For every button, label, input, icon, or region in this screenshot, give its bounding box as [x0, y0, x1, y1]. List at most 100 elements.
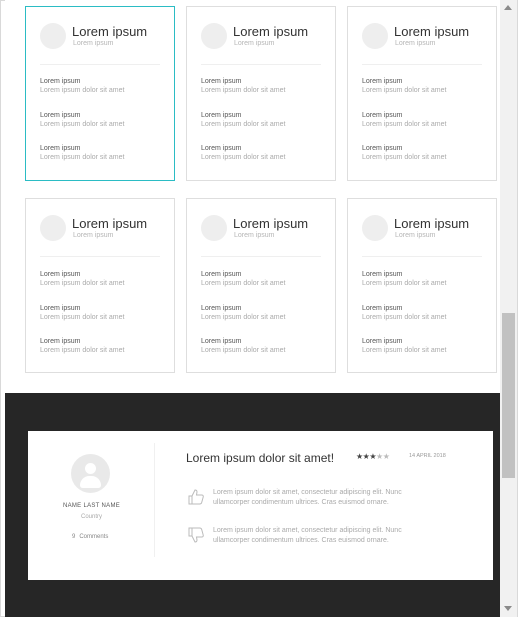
user-icon[interactable] [71, 454, 110, 493]
item-value: Lorem ipsum dolor sit amet [362, 280, 447, 287]
vertical-scrollbar[interactable] [500, 0, 517, 617]
item-label: Lorem ipsum [40, 145, 81, 152]
avatar [40, 23, 66, 49]
cons-text: Lorem ipsum dolor sit amet, consectetur … [213, 527, 402, 544]
profile-card[interactable]: Lorem ipsum Lorem ipsum Lorem ipsum Lorem… [25, 198, 175, 373]
star-empty-icon: ★★ [376, 452, 390, 461]
card-item: Lorem ipsum Lorem ipsum dolor sit amet [201, 304, 285, 323]
card-item: Lorem ipsum Lorem ipsum dolor sit amet [201, 337, 285, 356]
divider [154, 443, 155, 557]
item-value: Lorem ipsum dolor sit amet [40, 87, 125, 94]
avatar [362, 215, 388, 241]
profile-card[interactable]: Lorem ipsum Lorem ipsum Lorem ipsum Lorem… [186, 6, 336, 181]
item-label: Lorem ipsum [362, 145, 403, 152]
card-item: Lorem ipsum Lorem ipsum dolor sit amet [40, 304, 124, 323]
review-date: 14 APRIL 2018 [409, 453, 446, 459]
card-item: Lorem ipsum Lorem ipsum dolor sit amet [362, 111, 446, 130]
item-label: Lorem ipsum [201, 305, 242, 312]
card-item: Lorem ipsum Lorem ipsum dolor sit amet [40, 144, 124, 163]
card-subtitle: Lorem ipsum [395, 40, 436, 47]
card-item: Lorem ipsum Lorem ipsum dolor sit amet [362, 270, 446, 289]
item-value: Lorem ipsum dolor sit amet [362, 154, 447, 161]
item-label: Lorem ipsum [362, 271, 403, 278]
pros-text: Lorem ipsum dolor sit amet, consectetur … [213, 489, 402, 506]
card-subtitle: Lorem ipsum [234, 40, 275, 47]
review-section: NAME LAST NAME Country 9 Comments Lorem i… [5, 393, 500, 617]
profile-card[interactable]: Lorem ipsum Lorem ipsum Lorem ipsum Lorem… [25, 6, 175, 181]
card-item: Lorem ipsum Lorem ipsum dolor sit amet [362, 144, 446, 163]
item-value: Lorem ipsum dolor sit amet [40, 347, 125, 354]
comments-count: 9 [72, 534, 76, 540]
comments-link[interactable]: 9 Comments [72, 534, 108, 540]
divider [362, 256, 482, 257]
item-value: Lorem ipsum dolor sit amet [201, 280, 286, 287]
divider [40, 256, 160, 257]
item-label: Lorem ipsum [201, 78, 242, 85]
item-value: Lorem ipsum dolor sit amet [40, 314, 125, 321]
item-value: Lorem ipsum dolor sit amet [40, 121, 125, 128]
card-title: Lorem ipsum [233, 216, 309, 231]
avatar [201, 23, 227, 49]
item-value: Lorem ipsum dolor sit amet [362, 347, 447, 354]
card-item: Lorem ipsum Lorem ipsum dolor sit amet [362, 337, 446, 356]
star-filled-icon: ★★★ [356, 452, 377, 461]
card-item: Lorem ipsum Lorem ipsum dolor sit amet [201, 270, 285, 289]
profile-card[interactable]: Lorem ipsum Lorem ipsum Lorem ipsum Lorem… [347, 198, 497, 373]
item-label: Lorem ipsum [362, 305, 403, 312]
reviewer-name[interactable]: NAME LAST NAME [28, 503, 155, 509]
card-item: Lorem ipsum Lorem ipsum dolor sit amet [40, 270, 124, 289]
item-label: Lorem ipsum [40, 338, 81, 345]
scroll-down-icon[interactable] [504, 606, 512, 611]
scrollbar-thumb[interactable] [502, 313, 515, 478]
card-subtitle: Lorem ipsum [73, 232, 114, 239]
item-value: Lorem ipsum dolor sit amet [362, 87, 447, 94]
item-label: Lorem ipsum [201, 271, 242, 278]
profile-card[interactable]: Lorem ipsum Lorem ipsum Lorem ipsum Lorem… [186, 198, 336, 373]
card-title: Lorem ipsum [394, 216, 470, 231]
card-item: Lorem ipsum Lorem ipsum dolor sit amet [201, 144, 285, 163]
divider [201, 256, 321, 257]
thumbs-down-icon [187, 526, 205, 544]
item-value: Lorem ipsum dolor sit amet [201, 121, 286, 128]
item-value: Lorem ipsum dolor sit amet [201, 87, 286, 94]
item-label: Lorem ipsum [201, 112, 242, 119]
item-label: Lorem ipsum [40, 112, 81, 119]
card-item: Lorem ipsum Lorem ipsum dolor sit amet [362, 304, 446, 323]
card-item: Lorem ipsum Lorem ipsum dolor sit amet [40, 77, 124, 96]
item-label: Lorem ipsum [362, 78, 403, 85]
item-label: Lorem ipsum [362, 112, 403, 119]
card-subtitle: Lorem ipsum [73, 40, 114, 47]
avatar [362, 23, 388, 49]
divider [362, 64, 482, 65]
item-value: Lorem ipsum dolor sit amet [201, 347, 286, 354]
comments-label: Comments [79, 534, 109, 540]
item-value: Lorem ipsum dolor sit amet [362, 314, 447, 321]
card-subtitle: Lorem ipsum [395, 232, 436, 239]
thumbs-up-icon [187, 488, 205, 506]
card-title: Lorem ipsum [233, 24, 309, 39]
card-item: Lorem ipsum Lorem ipsum dolor sit amet [40, 337, 124, 356]
rating-stars: ★★★★★ [356, 452, 390, 461]
card-item: Lorem ipsum Lorem ipsum dolor sit amet [201, 77, 285, 96]
item-label: Lorem ipsum [201, 338, 242, 345]
item-label: Lorem ipsum [40, 305, 81, 312]
reviewer-country: Country [80, 514, 102, 520]
card-item: Lorem ipsum Lorem ipsum dolor sit amet [362, 77, 446, 96]
card-title: Lorem ipsum [394, 24, 470, 39]
item-value: Lorem ipsum dolor sit amet [201, 314, 286, 321]
item-value: Lorem ipsum dolor sit amet [40, 280, 125, 287]
item-value: Lorem ipsum dolor sit amet [40, 154, 125, 161]
card-title: Lorem ipsum [72, 24, 148, 39]
card-item: Lorem ipsum Lorem ipsum dolor sit amet [201, 111, 285, 130]
avatar [40, 215, 66, 241]
avatar [201, 215, 227, 241]
profile-card[interactable]: Lorem ipsum Lorem ipsum Lorem ipsum Lorem… [347, 6, 497, 181]
review-title: Lorem ipsum dolor sit amet! [186, 451, 335, 465]
item-value: Lorem ipsum dolor sit amet [201, 154, 286, 161]
card-subtitle: Lorem ipsum [234, 232, 275, 239]
card-title: Lorem ipsum [72, 216, 148, 231]
item-label: Lorem ipsum [40, 78, 81, 85]
item-label: Lorem ipsum [201, 145, 242, 152]
scroll-up-icon[interactable] [504, 5, 512, 10]
divider [201, 64, 321, 65]
